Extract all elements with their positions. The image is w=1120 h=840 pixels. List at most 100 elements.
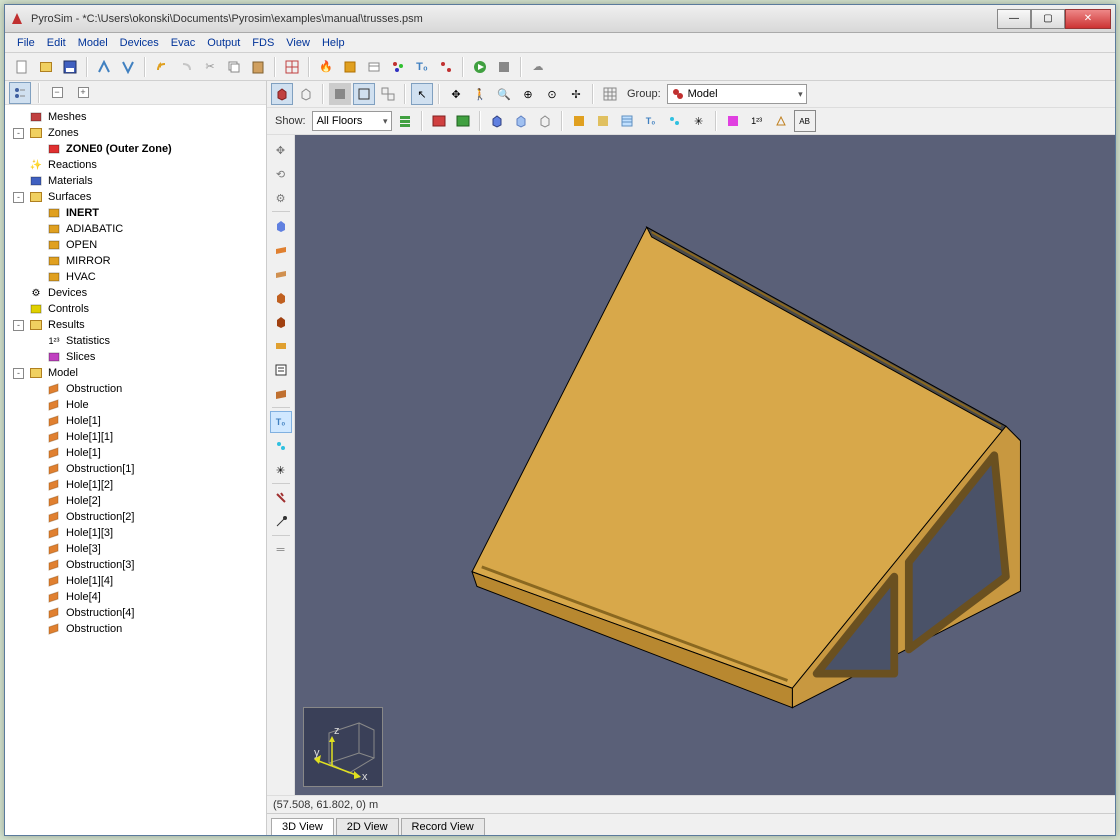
draw-vent-icon[interactable] bbox=[270, 335, 292, 357]
show-init-icon[interactable]: T₀ bbox=[640, 110, 662, 132]
tree-item[interactable]: ZONE0 (Outer Zone) bbox=[7, 141, 264, 157]
draw-device-icon[interactable]: ✳ bbox=[270, 459, 292, 481]
draw-hole-icon[interactable] bbox=[270, 287, 292, 309]
menu-evac[interactable]: Evac bbox=[165, 35, 201, 51]
maximize-button[interactable]: ▢ bbox=[1031, 9, 1065, 29]
tree-item[interactable]: Hole[4] bbox=[7, 589, 264, 605]
draw-init2-icon[interactable]: T₀ bbox=[270, 411, 292, 433]
draw-slab2-icon[interactable] bbox=[270, 263, 292, 285]
tree-item[interactable]: Hole[1] bbox=[7, 445, 264, 461]
expand-all-icon[interactable]: + bbox=[73, 82, 95, 104]
navigation-tree[interactable]: Meshes-ZonesZONE0 (Outer Zone)✨Reactions… bbox=[5, 105, 266, 835]
view-solid-icon[interactable] bbox=[329, 83, 351, 105]
snap-icon[interactable]: ═ bbox=[270, 539, 292, 561]
show-devices-icon[interactable]: ✳ bbox=[688, 110, 710, 132]
select-tool-icon[interactable]: ↖ bbox=[411, 83, 433, 105]
particle-tool-icon[interactable] bbox=[387, 56, 409, 78]
menu-file[interactable]: File bbox=[11, 35, 41, 51]
draw-mesh-icon[interactable]: ✥ bbox=[270, 139, 292, 161]
tree-item[interactable]: Hole[2] bbox=[7, 493, 264, 509]
tree-item[interactable]: Meshes bbox=[7, 109, 264, 125]
redo-icon[interactable] bbox=[175, 56, 197, 78]
tree-item[interactable]: Obstruction[4] bbox=[7, 605, 264, 621]
tree-item[interactable]: OPEN bbox=[7, 237, 264, 253]
tree-item[interactable]: -Zones bbox=[7, 125, 264, 141]
show-zones-icon[interactable] bbox=[722, 110, 744, 132]
export-icon[interactable] bbox=[117, 56, 139, 78]
ramp-tool-icon[interactable] bbox=[435, 56, 457, 78]
bg-image-icon[interactable] bbox=[428, 110, 450, 132]
tree-item[interactable]: Obstruction[3] bbox=[7, 557, 264, 573]
new-file-icon[interactable] bbox=[11, 56, 33, 78]
axes-widget[interactable]: z x y bbox=[303, 707, 383, 787]
tree-item[interactable]: -Surfaces bbox=[7, 189, 264, 205]
draw-hvac-icon[interactable] bbox=[270, 487, 292, 509]
tree-item[interactable]: ✨Reactions bbox=[7, 157, 264, 173]
tree-item[interactable]: Obstruction bbox=[7, 381, 264, 397]
view-3d-icon[interactable] bbox=[271, 83, 293, 105]
draw-init-icon[interactable]: ⚙ bbox=[270, 187, 292, 209]
tree-item[interactable]: 1²³Statistics bbox=[7, 333, 264, 349]
tree-item[interactable]: -Model bbox=[7, 365, 264, 381]
material-tool-icon[interactable] bbox=[339, 56, 361, 78]
tree-toggle-icon[interactable]: - bbox=[13, 368, 24, 379]
show-labels-icon[interactable]: AB bbox=[794, 110, 816, 132]
tree-item[interactable]: Hole[1][1] bbox=[7, 429, 264, 445]
menu-view[interactable]: View bbox=[280, 35, 316, 51]
tab-2d-view[interactable]: 2D View bbox=[336, 818, 399, 835]
draw-particle-icon[interactable] bbox=[270, 435, 292, 457]
show-mesh-outline-icon[interactable] bbox=[510, 110, 532, 132]
tree-item[interactable]: INERT bbox=[7, 205, 264, 221]
show-obstructions-icon[interactable] bbox=[568, 110, 590, 132]
tree-item[interactable]: Hole[1] bbox=[7, 413, 264, 429]
show-mesh-bounds-icon[interactable] bbox=[534, 110, 556, 132]
cut-icon[interactable]: ✂ bbox=[199, 56, 221, 78]
tab-3d-view[interactable]: 3D View bbox=[271, 818, 334, 835]
tree-item[interactable]: Hole[1][2] bbox=[7, 477, 264, 493]
tree-item[interactable]: HVAC bbox=[7, 269, 264, 285]
minimize-button[interactable]: — bbox=[997, 9, 1031, 29]
draw-obstruction-icon[interactable] bbox=[270, 215, 292, 237]
tree-item[interactable]: Obstruction bbox=[7, 621, 264, 637]
reaction-tool-icon[interactable]: 🔥 bbox=[315, 56, 337, 78]
hvac-tool-icon[interactable]: T₀ bbox=[411, 56, 433, 78]
menu-help[interactable]: Help bbox=[316, 35, 351, 51]
tree-item[interactable]: Obstruction[1] bbox=[7, 461, 264, 477]
show-vents-icon[interactable] bbox=[616, 110, 638, 132]
tree-item[interactable]: Hole[1][4] bbox=[7, 573, 264, 589]
show-slices-icon[interactable] bbox=[770, 110, 792, 132]
zoom-box-icon[interactable]: ⊕ bbox=[517, 83, 539, 105]
save-file-icon[interactable] bbox=[59, 56, 81, 78]
tree-item[interactable]: Hole[1][3] bbox=[7, 525, 264, 541]
3d-viewport[interactable]: z x y bbox=[295, 135, 1115, 795]
collapse-all-icon[interactable]: − bbox=[47, 82, 69, 104]
pan-icon[interactable]: ✢ bbox=[565, 83, 587, 105]
undo-icon[interactable] bbox=[151, 56, 173, 78]
zoom-fit-icon[interactable]: ⊙ bbox=[541, 83, 563, 105]
tree-item[interactable]: Hole bbox=[7, 397, 264, 413]
floor-manage-icon[interactable] bbox=[394, 110, 416, 132]
draw-room-icon[interactable] bbox=[270, 383, 292, 405]
draw-slab-icon[interactable] bbox=[270, 239, 292, 261]
view-outline-icon[interactable] bbox=[353, 83, 375, 105]
draw-zone-icon[interactable]: ⟲ bbox=[270, 163, 292, 185]
tree-item[interactable]: Slices bbox=[7, 349, 264, 365]
menu-devices[interactable]: Devices bbox=[114, 35, 165, 51]
tree-view-icon[interactable] bbox=[9, 82, 31, 104]
paste-icon[interactable] bbox=[247, 56, 269, 78]
tree-item[interactable]: Obstruction[2] bbox=[7, 509, 264, 525]
tree-item[interactable]: Controls bbox=[7, 301, 264, 317]
copy-icon[interactable] bbox=[223, 56, 245, 78]
import-icon[interactable] bbox=[93, 56, 115, 78]
smokeview-icon[interactable]: ☁ bbox=[527, 56, 549, 78]
menu-model[interactable]: Model bbox=[72, 35, 114, 51]
show-stats-icon[interactable]: 1²³ bbox=[746, 110, 768, 132]
run-icon[interactable] bbox=[469, 56, 491, 78]
zoom-in-icon[interactable]: 🔍 bbox=[493, 83, 515, 105]
show-holes-icon[interactable] bbox=[592, 110, 614, 132]
surface-tool-icon[interactable] bbox=[363, 56, 385, 78]
show-particles-icon[interactable] bbox=[664, 110, 686, 132]
tree-toggle-icon[interactable]: - bbox=[13, 128, 24, 139]
run-dropdown-icon[interactable] bbox=[493, 56, 515, 78]
walk-icon[interactable]: 🚶 bbox=[469, 83, 491, 105]
